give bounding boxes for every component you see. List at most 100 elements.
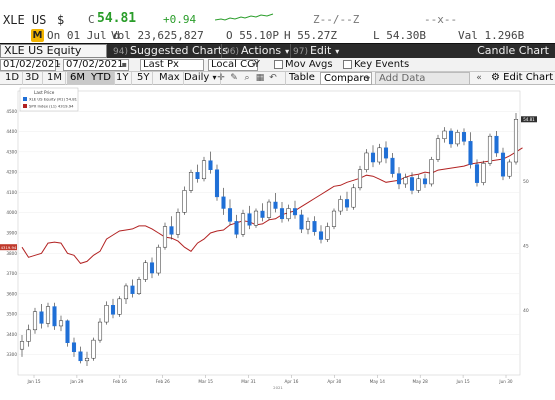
period-1m[interactable]: 1M — [44, 72, 66, 85]
right-axis-tick-label: 40 — [523, 308, 529, 314]
candle-body — [370, 152, 376, 163]
candle-body — [338, 199, 343, 212]
suggested-num: 94) — [113, 47, 128, 57]
candle-body — [208, 160, 213, 170]
chevron-down-icon: ▾ — [365, 74, 370, 83]
actions-label: Actions — [240, 44, 282, 57]
candle-body — [292, 208, 298, 216]
candle-body — [403, 177, 408, 185]
period-3d[interactable]: 3D — [22, 72, 44, 85]
currency-symbol: $ — [57, 13, 65, 27]
add-data-input[interactable]: Add Data — [375, 72, 470, 85]
calendar-icon[interactable]: ▪ — [122, 60, 127, 70]
actions-menu[interactable]: 96) Actions ▾ — [224, 44, 289, 58]
period-max[interactable]: Max — [156, 72, 184, 85]
left-axis-tick-label: 3400 — [6, 332, 17, 337]
quote-date: On 01 Jul d — [47, 29, 120, 42]
last-price-tag-label: 54.81 — [523, 117, 535, 122]
right-axis-tick-label: 45 — [523, 243, 529, 249]
left-axis-tick-label: 3300 — [6, 352, 17, 357]
left-axis-tick-label: 4200 — [6, 170, 17, 175]
candle-body — [123, 285, 129, 300]
candle-body — [364, 152, 369, 170]
divider — [221, 44, 222, 58]
legend-swatch-spx — [23, 104, 27, 108]
edit-menu[interactable]: 97) Edit ▾ — [293, 44, 339, 58]
candle-body — [487, 135, 493, 164]
candle-body — [143, 262, 148, 280]
period-5y[interactable]: 5Y — [134, 72, 154, 85]
actions-num: 96) — [224, 47, 239, 57]
candle-body — [195, 172, 200, 180]
edit-chart-label: Edit Chart — [503, 72, 554, 83]
zoom-icon[interactable]: ⌕ — [241, 72, 253, 85]
candle-body — [117, 298, 122, 315]
candle-body — [396, 173, 402, 185]
legend-item-xle: XLE US Equity (R1) 54.81 — [29, 97, 78, 102]
chevron-down-icon: ▾ — [335, 47, 340, 56]
grid-icon[interactable]: ▦ — [254, 72, 266, 85]
mov-avgs-checkbox[interactable] — [274, 60, 283, 69]
legend-swatch-xle — [23, 97, 27, 101]
crosshair-icon[interactable]: ✛ — [215, 72, 227, 85]
news-icon-letter: M — [32, 30, 43, 41]
compare-select[interactable]: Compare ▾ — [320, 72, 372, 85]
candle-body — [253, 210, 259, 226]
candle-body — [84, 357, 90, 362]
candle-body — [91, 339, 96, 359]
chart-legend: Last Price XLE US Equity (R1) 54.81 SPX … — [19, 87, 79, 112]
collapse-icon[interactable]: « — [473, 72, 485, 85]
candle-body — [247, 213, 252, 226]
candle-body — [32, 311, 38, 331]
price-chart[interactable]: 3300 3400 3500 3600 3700 3800 3900 4000 4100 4200… — [0, 85, 555, 400]
undo-icon[interactable]: ↶ — [267, 72, 279, 85]
ticker-symbol[interactable]: XLE US — [3, 13, 46, 27]
suggested-charts-button[interactable]: 94) Suggested Charts — [113, 44, 228, 58]
candle-body — [409, 177, 415, 191]
pencil-icon[interactable]: ✎ — [228, 72, 240, 85]
settings-icon: ⚙ — [491, 72, 500, 83]
x-axis-tick-label: Mar 15 — [198, 379, 213, 384]
table-button[interactable]: Table — [285, 72, 318, 85]
left-axis-tick-label: 4500 — [6, 109, 17, 114]
spx-price-tag-label: 4319.94 — [1, 245, 17, 250]
security-field[interactable]: XLE US Equity — [0, 44, 107, 58]
options-bar: 01/02/2021 - 07/02/2021 ▪ Last Px Local C… — [0, 58, 555, 72]
candle-body — [377, 147, 382, 163]
period-1d[interactable]: 1D — [2, 72, 24, 85]
price-field-select[interactable]: Last Px — [140, 59, 204, 71]
left-axis-tick-label: 4300 — [6, 149, 17, 154]
price-field-value: Last Px — [143, 59, 179, 70]
candle-body — [130, 285, 135, 294]
candle-body — [455, 132, 460, 145]
left-axis-tick-label: 3900 — [6, 231, 17, 236]
end-date-field[interactable]: 07/02/2021 ▪ — [63, 59, 129, 71]
x-axis-tick-label: Jan 15 — [26, 379, 40, 384]
currency-select[interactable]: Local CCY ▾ — [208, 59, 260, 71]
candle-body — [273, 201, 278, 209]
candle-body — [39, 311, 44, 324]
key-events-label: Key Events — [354, 59, 410, 70]
left-axis-tick-label: 4100 — [6, 190, 17, 195]
candle-body — [45, 306, 51, 324]
news-icon[interactable]: M — [31, 29, 44, 42]
candle-body — [71, 342, 77, 353]
candle-body — [162, 226, 168, 248]
period-ytd[interactable]: YTD — [88, 72, 115, 85]
start-date-field[interactable]: 01/02/2021 — [0, 59, 61, 71]
candle-body — [448, 130, 454, 145]
candle-body — [78, 351, 83, 362]
period-1y[interactable]: 1Y — [113, 72, 133, 85]
candle-body — [175, 212, 181, 235]
close-label: C — [88, 13, 95, 26]
low-price: L 54.30B — [373, 29, 426, 42]
chart-background — [0, 85, 555, 400]
period-6m[interactable]: 6M — [67, 72, 89, 85]
x-axis-tick-label: Apr 16 — [285, 379, 299, 384]
candle-body — [97, 321, 103, 341]
candle-body — [474, 164, 480, 183]
edit-chart-button[interactable]: ⚙ Edit Chart — [488, 72, 555, 85]
x-axis-tick-label: May 28 — [413, 379, 429, 384]
x-axis-year-label: 2021 — [273, 385, 283, 390]
key-events-checkbox[interactable] — [343, 60, 352, 69]
